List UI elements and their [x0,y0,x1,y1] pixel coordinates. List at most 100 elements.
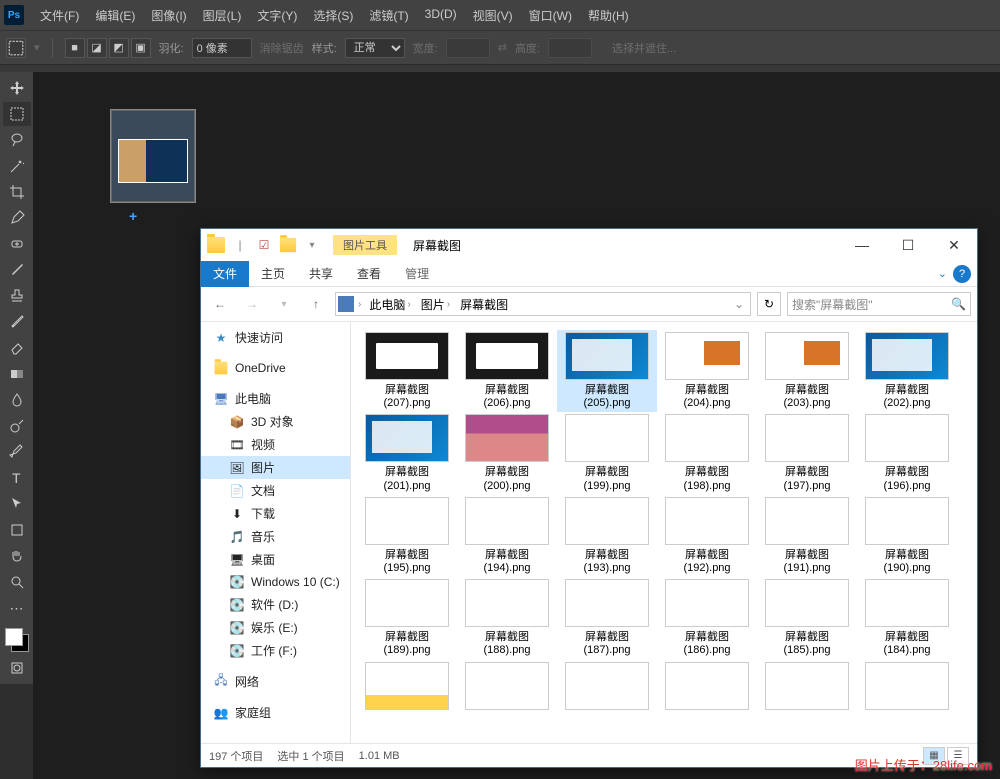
nav-back-button[interactable]: ← [207,291,233,317]
quickmask-icon[interactable] [3,656,31,680]
feather-input[interactable] [192,38,252,58]
file-item[interactable] [757,660,857,716]
qat-newfolder-icon[interactable] [277,234,299,256]
ribbon-expand-icon[interactable]: ⌄ [938,267,947,280]
file-item[interactable]: 屏幕截图(206).png [457,330,557,412]
lasso-tool-icon[interactable] [3,128,31,152]
style-select[interactable]: 正常 [345,38,405,58]
file-item[interactable]: 屏幕截图(205).png [557,330,657,412]
nav-item[interactable]: 🎵音乐 [201,525,350,548]
nav-homegroup[interactable]: 👥 家庭组 [201,701,350,724]
file-item[interactable]: 屏幕截图(197).png [757,412,857,494]
qat-dropdown-icon[interactable]: ▾ [301,234,323,256]
file-item[interactable]: 屏幕截图(207).png [357,330,457,412]
search-input[interactable]: 搜索"屏幕截图" 🔍 [787,292,971,316]
sel-add-icon[interactable]: ◪ [87,38,107,58]
file-item[interactable]: 屏幕截图(193).png [557,495,657,577]
file-item[interactable]: 屏幕截图(186).png [657,577,757,659]
ps-menu-item[interactable]: 文字(Y) [249,7,305,24]
nav-item[interactable]: 📦3D 对象 [201,410,350,433]
nav-thispc[interactable]: 🖥 此电脑 [201,387,350,410]
foreground-color-icon[interactable] [5,628,23,646]
ribbon-tab-file[interactable]: 文件 [201,261,249,287]
file-item[interactable]: 屏幕截图(198).png [657,412,757,494]
gradient-tool-icon[interactable] [3,362,31,386]
dodge-tool-icon[interactable] [3,414,31,438]
edit-toolbar-icon[interactable]: ⋯ [3,596,31,620]
nav-up-button[interactable]: ↑ [303,291,329,317]
qat-folder-icon[interactable] [205,234,227,256]
ps-menu-item[interactable]: 窗口(W) [521,7,580,24]
breadcrumb-segment[interactable]: 图片› [417,293,454,315]
heal-tool-icon[interactable] [3,232,31,256]
path-select-tool-icon[interactable] [3,492,31,516]
file-item[interactable] [657,660,757,716]
file-list[interactable]: 屏幕截图(207).png屏幕截图(206).png屏幕截图(205).png屏… [351,322,977,743]
help-icon[interactable]: ? [953,265,971,283]
stamp-tool-icon[interactable] [3,284,31,308]
ps-menu-item[interactable]: 滤镜(T) [361,7,416,24]
sel-sub-icon[interactable]: ◩ [109,38,129,58]
refresh-button[interactable]: ↻ [757,292,781,316]
nav-item[interactable]: 🖼图片 [201,456,350,479]
ps-menu-item[interactable]: 选择(S) [305,7,361,24]
breadcrumb-segment[interactable]: 屏幕截图 [456,293,510,315]
nav-forward-button[interactable]: → [239,291,265,317]
marquee-tool-icon[interactable] [3,102,31,126]
addr-dropdown-icon[interactable]: ⌄ [730,297,748,311]
hand-tool-icon[interactable] [3,544,31,568]
file-item[interactable]: 屏幕截图(200).png [457,412,557,494]
ribbon-tab-home[interactable]: 主页 [249,261,297,287]
nav-item[interactable]: 💽娱乐 (E:) [201,616,350,639]
pen-tool-icon[interactable] [3,440,31,464]
color-swatches[interactable] [3,626,31,654]
ps-menu-item[interactable]: 3D(D) [417,7,465,24]
ps-menu-item[interactable]: 文件(F) [32,7,87,24]
ps-menu-item[interactable]: 图像(I) [143,7,194,24]
nav-onedrive[interactable]: OneDrive [201,357,350,379]
explorer-titlebar[interactable]: | ☑ ▾ 图片工具 屏幕截图 — ☐ ✕ [201,229,977,261]
nav-item[interactable]: 🖥桌面 [201,548,350,571]
minimize-button[interactable]: — [839,229,885,261]
file-item[interactable] [457,660,557,716]
file-item[interactable] [557,660,657,716]
eyedropper-tool-icon[interactable] [3,206,31,230]
close-button[interactable]: ✕ [931,229,977,261]
file-item[interactable] [857,660,957,716]
chevron-right-icon[interactable]: › [356,299,363,310]
move-tool-icon[interactable] [3,76,31,100]
nav-item[interactable]: 💽Windows 10 (C:) [201,571,350,593]
eraser-tool-icon[interactable] [3,336,31,360]
sel-new-icon[interactable]: ■ [65,38,85,58]
crop-tool-icon[interactable] [3,180,31,204]
zoom-tool-icon[interactable] [3,570,31,594]
ps-menu-item[interactable]: 图层(L) [195,7,250,24]
file-item[interactable]: 屏幕截图(199).png [557,412,657,494]
maximize-button[interactable]: ☐ [885,229,931,261]
nav-item[interactable]: 🎞视频 [201,433,350,456]
wand-tool-icon[interactable] [3,154,31,178]
nav-quick-access[interactable]: ★ 快速访问 [201,326,350,349]
breadcrumb-segment[interactable]: 此电脑› [365,293,414,315]
brush-tool-icon[interactable] [3,258,31,282]
type-tool-icon[interactable]: T [3,466,31,490]
file-item[interactable]: 屏幕截图(187).png [557,577,657,659]
file-item[interactable]: 屏幕截图(204).png [657,330,757,412]
file-item[interactable]: 屏幕截图(202).png [857,330,957,412]
file-item[interactable]: 屏幕截图(196).png [857,412,957,494]
history-brush-tool-icon[interactable] [3,310,31,334]
nav-item[interactable]: 💽软件 (D:) [201,593,350,616]
search-icon[interactable]: 🔍 [951,297,966,311]
file-item[interactable] [357,660,457,716]
marquee-tool-preset-icon[interactable] [6,38,26,58]
nav-history-icon[interactable]: ▾ [271,291,297,317]
ps-menu-item[interactable]: 视图(V) [465,7,521,24]
nav-item[interactable]: 💽工作 (F:) [201,639,350,662]
nav-item[interactable]: 📄文档 [201,479,350,502]
file-item[interactable]: 屏幕截图(195).png [357,495,457,577]
nav-item[interactable]: ⬇下载 [201,502,350,525]
ps-document[interactable] [111,110,195,202]
blur-tool-icon[interactable] [3,388,31,412]
address-bar[interactable]: › 此电脑› 图片› 屏幕截图 ⌄ [335,292,751,316]
file-item[interactable]: 屏幕截图(192).png [657,495,757,577]
